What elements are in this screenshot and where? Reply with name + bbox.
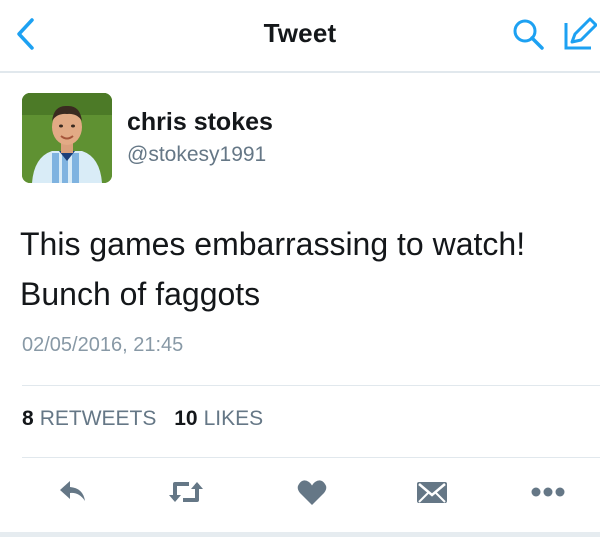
direct-message-button[interactable] (410, 470, 454, 514)
action-bar (0, 470, 600, 518)
profile-photo-icon (22, 93, 112, 183)
retweets-count: 8 (22, 407, 34, 430)
heart-icon (297, 479, 327, 505)
nav-bar: Tweet (0, 0, 600, 72)
tweet-text-line: Bunch of faggots (20, 276, 261, 312)
tweet-text-line: This games embarrassing to watch! (20, 226, 526, 262)
retweets-label: RETWEETS (39, 407, 157, 430)
reply-icon (60, 481, 85, 501)
likes-count: 10 (174, 407, 198, 430)
header-divider (0, 71, 600, 73)
likes-label: LIKES (203, 407, 264, 430)
reply-button[interactable] (51, 470, 95, 514)
divider (22, 385, 600, 386)
likes-stat[interactable]: 10 LIKES (174, 407, 263, 431)
search-icon (513, 19, 544, 50)
bottom-divider (0, 532, 600, 537)
tweet-text: This games embarrassing to watch! Bunch … (20, 219, 585, 319)
compose-icon (564, 17, 597, 50)
like-button[interactable] (290, 470, 334, 514)
envelope-icon (417, 482, 447, 503)
compose-button[interactable] (560, 14, 600, 54)
user-name[interactable]: chris stokes (127, 108, 273, 137)
timestamp: 02/05/2016, 21:45 (22, 334, 184, 356)
avatar[interactable] (22, 93, 112, 183)
retweet-icon (169, 482, 203, 502)
more-button[interactable] (526, 470, 570, 514)
user-handle[interactable]: @stokesy1991 (127, 143, 266, 167)
search-button[interactable] (508, 14, 548, 54)
retweet-button[interactable] (164, 470, 208, 514)
more-icon (531, 487, 565, 497)
divider (22, 457, 600, 458)
retweets-stat[interactable]: 8 RETWEETS (22, 407, 156, 431)
tweet-stats: 8 RETWEETS 10 LIKES (22, 407, 275, 431)
